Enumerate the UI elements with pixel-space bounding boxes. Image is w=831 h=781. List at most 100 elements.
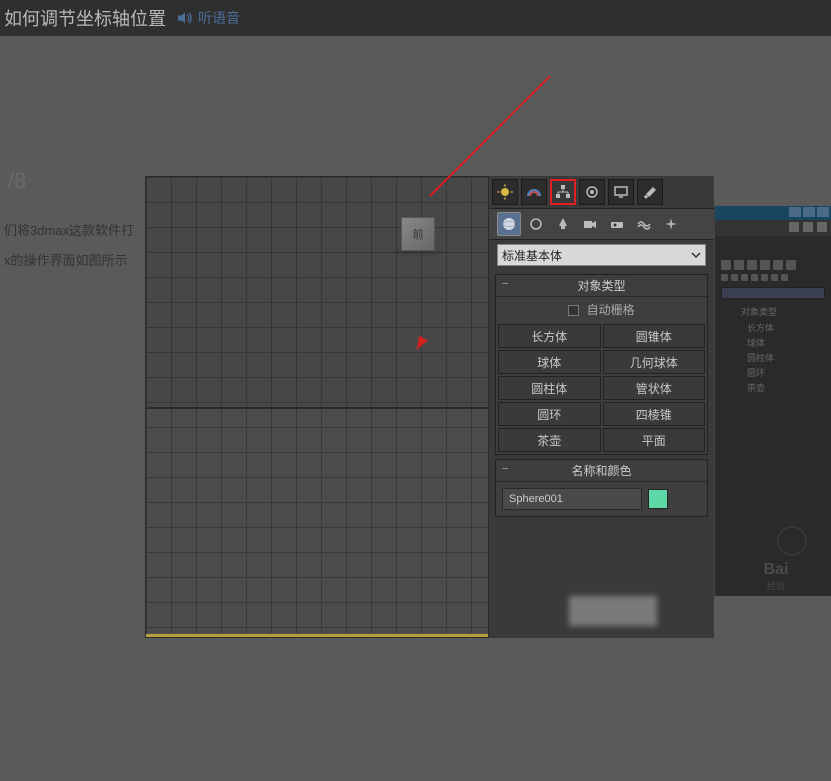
watermark-sub: 经验 [767,579,785,592]
body-text-1: 们将3dmax这款软件打 [4,220,134,239]
subtab-helpers[interactable] [605,212,629,236]
motion-icon [584,184,600,200]
step-number: /8 [8,168,26,194]
viewcube-ring [777,526,807,556]
rainbow-icon [526,184,542,200]
tab-modify[interactable] [521,179,547,205]
camera-icon [582,216,598,232]
light-icon [555,216,571,232]
subtab-systems[interactable] [659,212,683,236]
subtab-cameras[interactable] [578,212,602,236]
viewcube[interactable]: 前 [401,217,435,251]
btn-cylinder[interactable]: 圆柱体 [498,376,601,400]
command-panel: 标准基本体 − 对象类型 自动栅格 长方体 圆锥体 球体 几何球体 圆柱体 管状… [489,176,714,638]
watermark-logo: Bai [764,561,789,579]
far-dropdown[interactable] [721,287,825,299]
horizon-line [146,407,488,409]
mini-icon[interactable] [789,222,799,232]
tab-display[interactable] [608,179,634,205]
page-title: 如何调节坐标轴位置 [4,5,166,31]
mini-icon[interactable] [817,222,827,232]
tab-create[interactable] [492,179,518,205]
timeline-bar [146,634,488,637]
audio-link[interactable]: 听语音 [176,8,240,28]
far-button[interactable]: 圆环 [717,365,829,380]
far-tab-icon[interactable] [734,260,744,270]
far-subtab-icon[interactable] [771,274,778,281]
name-color-rollout: − 名称和颜色 [495,459,708,517]
subtab-spacewarps[interactable] [632,212,656,236]
subtab-shapes[interactable] [524,212,548,236]
star-icon [663,216,679,232]
wave-icon [636,216,652,232]
window-min-button[interactable] [789,207,801,217]
viewport[interactable]: 前 [145,176,489,638]
subtab-geometry[interactable] [497,212,521,236]
far-tab-icon[interactable] [773,260,783,270]
far-subtab-icon[interactable] [721,274,728,281]
far-tab-icon[interactable] [721,260,731,270]
helper-icon [609,216,625,232]
far-right-panel: 对象类型 长方体 球体 圆柱体 圆环 茶壶 Bai 经验 [714,206,831,596]
shapes-icon [528,216,544,232]
object-color-swatch[interactable] [648,489,668,509]
tab-hierarchy[interactable] [550,179,576,205]
main-tabs [489,176,714,208]
btn-torus[interactable]: 圆环 [498,402,601,426]
btn-tube[interactable]: 管状体 [603,376,706,400]
far-button[interactable]: 圆柱体 [717,350,829,365]
display-icon [613,184,629,200]
far-button[interactable]: 球体 [717,335,829,350]
far-subtab-icon[interactable] [761,274,768,281]
sub-tabs [489,208,714,240]
rollout-header-object-type[interactable]: − 对象类型 [496,275,707,297]
btn-teapot[interactable]: 茶壶 [498,428,601,452]
far-toolbar [715,220,831,236]
far-rollout-label: 对象类型 [717,303,829,320]
hammer-icon [642,184,658,200]
hierarchy-icon [555,184,571,200]
auto-grid-checkbox[interactable] [568,305,579,316]
far-subtab-icon[interactable] [731,274,738,281]
collapse-icon: − [502,463,508,475]
far-tab-icon[interactable] [760,260,770,270]
btn-box[interactable]: 长方体 [498,324,601,348]
far-subtab-icon[interactable] [741,274,748,281]
collapse-icon: − [502,278,508,290]
rollout-header-name-color[interactable]: − 名称和颜色 [496,460,707,482]
object-button-grid: 长方体 圆锥体 球体 几何球体 圆柱体 管状体 圆环 四棱锥 茶壶 平面 [496,322,707,454]
subtab-lights[interactable] [551,212,575,236]
viewport-grid: 前 [146,177,488,637]
audio-label: 听语音 [198,8,240,28]
far-subtab-icon[interactable] [751,274,758,281]
btn-pyramid[interactable]: 四棱锥 [603,402,706,426]
object-type-rollout: − 对象类型 自动栅格 长方体 圆锥体 球体 几何球体 圆柱体 管状体 圆环 四… [495,274,708,455]
object-name-input[interactable] [502,488,642,510]
watermark: Bai 经验 [721,556,831,596]
chevron-down-icon [691,250,701,260]
sphere-icon [501,216,517,232]
btn-geosphere[interactable]: 几何球体 [603,350,706,374]
btn-cone[interactable]: 圆锥体 [603,324,706,348]
btn-plane[interactable]: 平面 [603,428,706,452]
auto-grid-label: 自动栅格 [587,303,635,317]
window-titlebar [715,206,831,220]
blurred-region [569,596,657,626]
tab-motion[interactable] [579,179,605,205]
far-subtab-icon[interactable] [781,274,788,281]
sun-icon [497,184,513,200]
far-button[interactable]: 茶壶 [717,380,829,395]
auto-grid-row: 自动栅格 [496,297,707,322]
tab-utilities[interactable] [637,179,663,205]
far-button[interactable]: 长方体 [717,320,829,335]
far-tab-icon[interactable] [747,260,757,270]
mini-icon[interactable] [803,222,813,232]
primitive-dropdown[interactable]: 标准基本体 [497,244,706,266]
body-text-2: x的操作界面如图所示 [4,250,128,269]
btn-sphere[interactable]: 球体 [498,350,601,374]
window-close-button[interactable] [817,207,829,217]
speaker-icon [176,11,194,25]
far-tab-icon[interactable] [786,260,796,270]
window-max-button[interactable] [803,207,815,217]
header-bar: 如何调节坐标轴位置 听语音 [0,0,831,36]
